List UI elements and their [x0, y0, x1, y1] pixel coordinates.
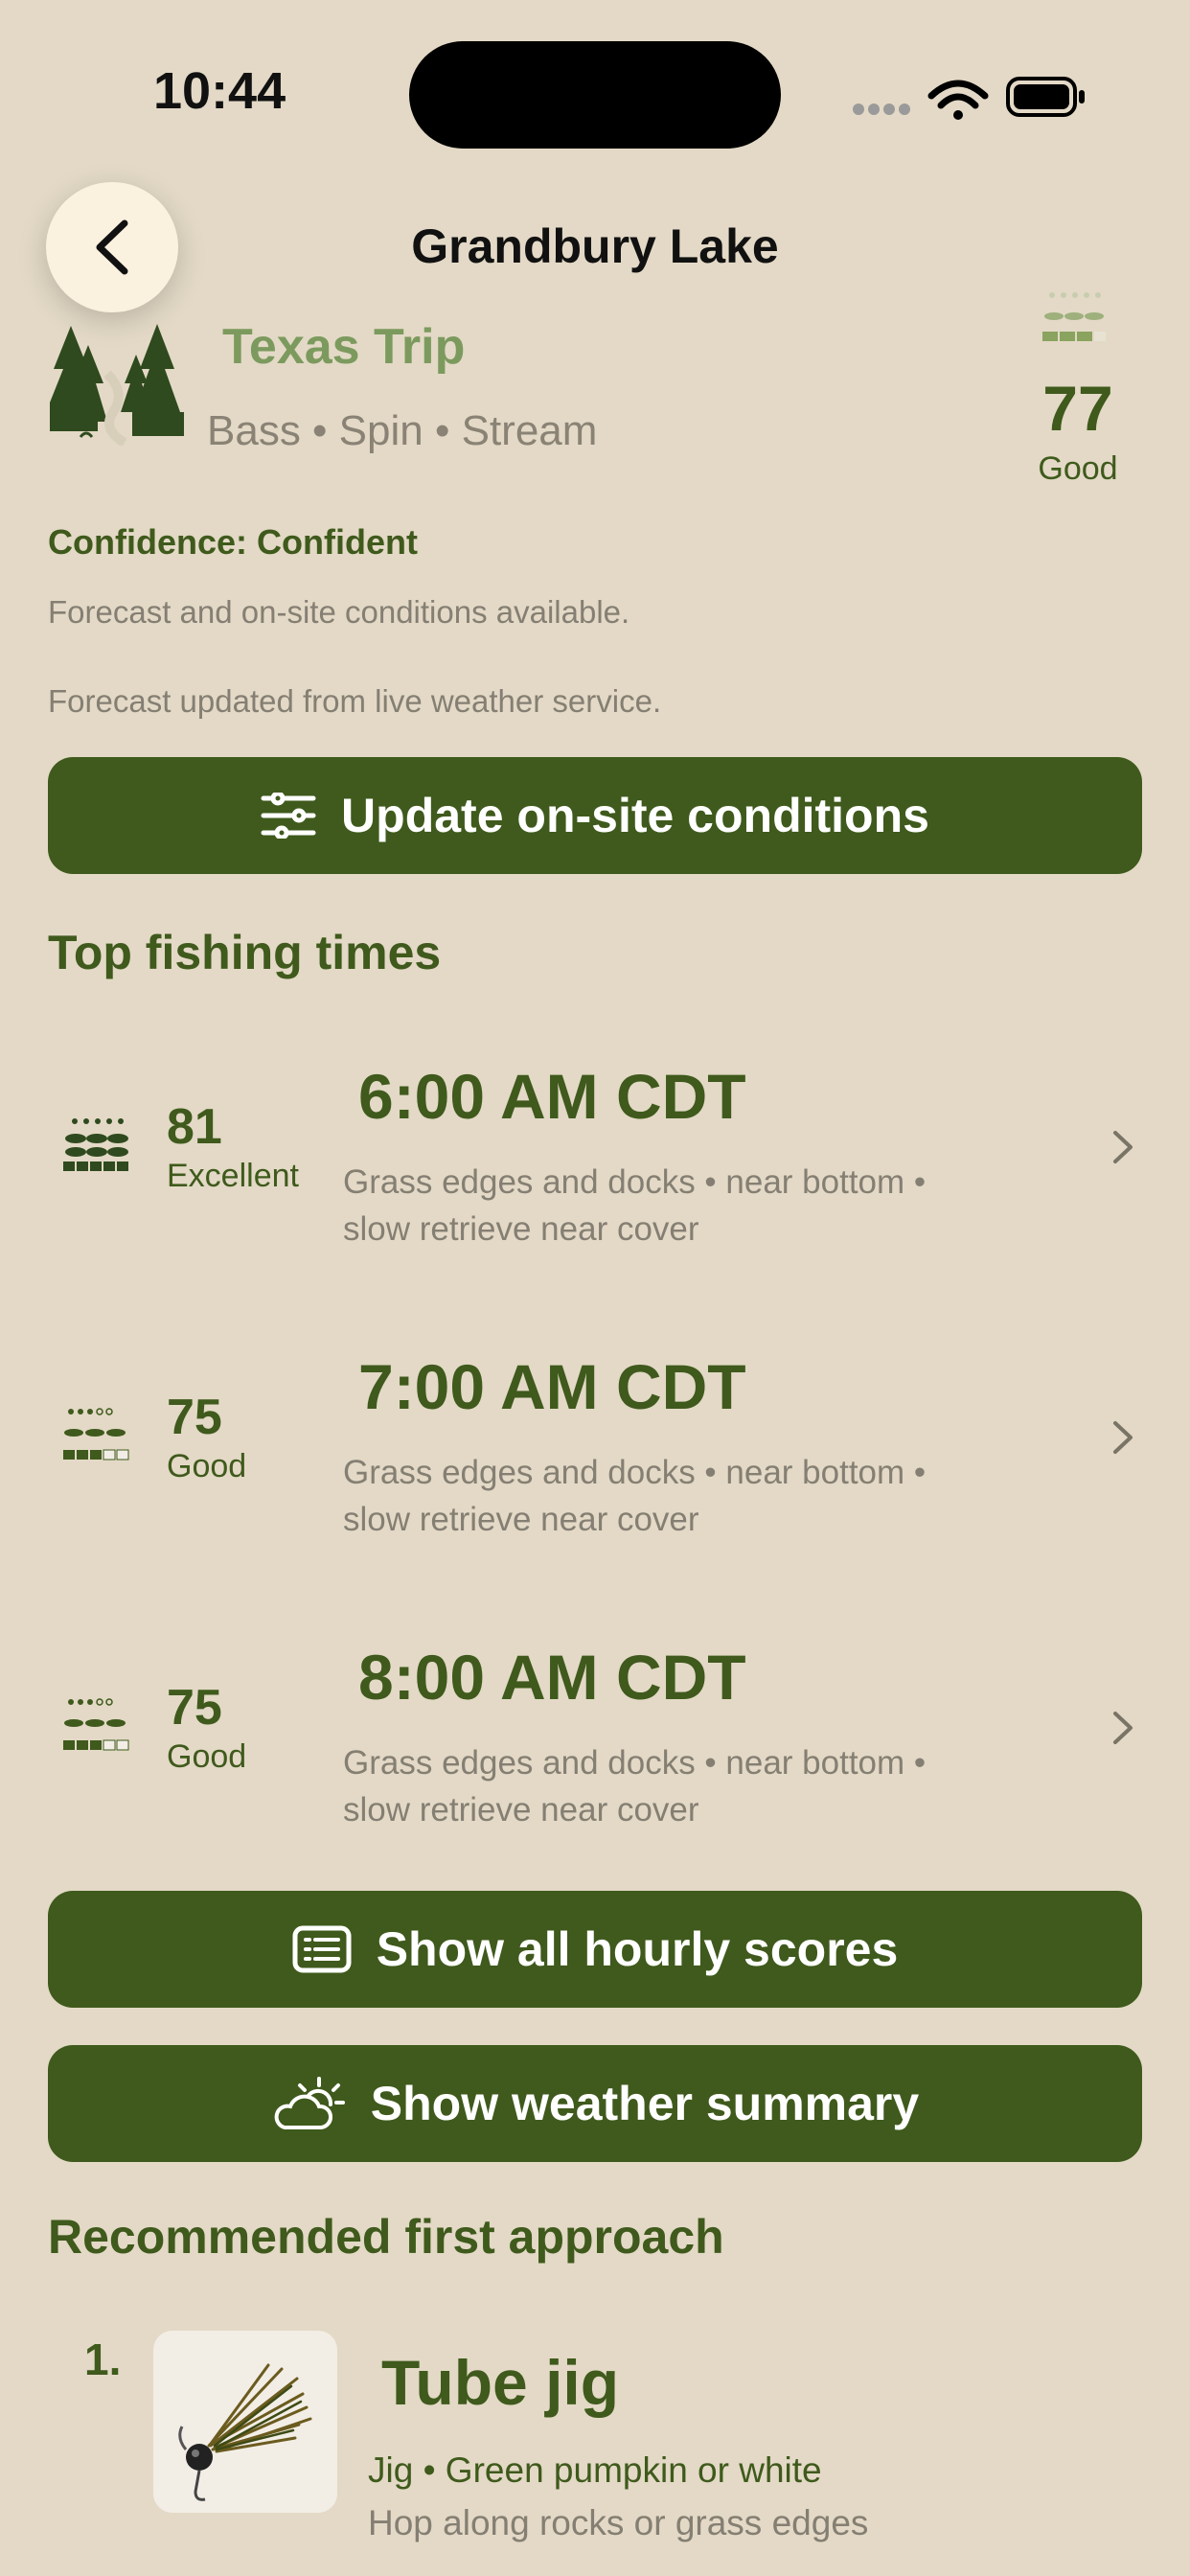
- lure-type: Jig • Green pumpkin or white: [368, 2450, 822, 2490]
- time-label: 6:00 AM CDT: [358, 1061, 746, 1132]
- time-label: 8:00 AM CDT: [358, 1642, 746, 1713]
- time-score-label: Good: [167, 1738, 247, 1775]
- list-icon: [292, 1925, 352, 1973]
- tube-jig-image: [153, 2331, 337, 2513]
- time-label: 7:00 AM CDT: [358, 1351, 746, 1422]
- sun-cloud-icon: [274, 2077, 345, 2129]
- rating-fish-icon: [1042, 292, 1106, 341]
- dynamic-island: [409, 41, 781, 149]
- show-hourly-button[interactable]: Show all hourly scores: [48, 1891, 1142, 2008]
- time-row[interactable]: 75 Good 7:00 AM CDT Grass edges and dock…: [48, 1297, 1142, 1584]
- status-time: 10:44: [153, 62, 286, 120]
- trip-name: Texas Trip: [222, 319, 466, 375]
- time-score: 81: [167, 1099, 222, 1155]
- chevron-right-icon: [1113, 1131, 1133, 1163]
- time-score-label: Good: [167, 1448, 247, 1484]
- battery-icon: [1006, 77, 1085, 117]
- show-hourly-label: Show all hourly scores: [376, 1922, 899, 1976]
- page-title: Grandbury Lake: [411, 219, 779, 273]
- trip-meta: Bass • Spin • Stream: [207, 407, 598, 454]
- time-row[interactable]: 75 Good 8:00 AM CDT Grass edges and dock…: [48, 1587, 1142, 1874]
- confidence-text: Confidence: Confident: [48, 522, 418, 562]
- rating-fish-icon: [63, 1698, 129, 1751]
- chevron-right-icon: [1113, 1421, 1133, 1454]
- rating-fish-icon: [63, 1408, 129, 1460]
- chevron-right-icon: [1113, 1712, 1133, 1744]
- sliders-icon: [261, 793, 316, 839]
- wifi-icon: [927, 80, 989, 120]
- overall-score-label: Good: [1038, 450, 1118, 487]
- time-row[interactable]: 81 Excellent 6:00 AM CDT Grass edges and…: [48, 1006, 1142, 1294]
- show-weather-button[interactable]: Show weather summary: [48, 2045, 1142, 2162]
- time-description: Grass edges and docks • near bottom • slo…: [343, 1163, 927, 1248]
- update-conditions-button[interactable]: Update on-site conditions: [48, 757, 1142, 874]
- top-times-heading: Top fishing times: [48, 926, 442, 979]
- time-score: 75: [167, 1680, 222, 1736]
- status-icons: [853, 77, 1085, 120]
- rating-fish-icon: [63, 1118, 128, 1171]
- signal-icon: [853, 104, 910, 115]
- approach-heading: Recommended first approach: [48, 2210, 724, 2264]
- conditions-note: Forecast and on-site conditions availabl…: [48, 594, 630, 630]
- lure-description: Hop along rocks or grass edges: [368, 2503, 869, 2542]
- lure-name: Tube jig: [381, 2347, 620, 2418]
- time-score: 75: [167, 1390, 222, 1445]
- forecast-note: Forecast updated from live weather servi…: [48, 683, 662, 719]
- show-weather-label: Show weather summary: [370, 2077, 920, 2130]
- pine-forest-stream-logo: [50, 324, 184, 446]
- time-description: Grass edges and docks • near bottom • slo…: [343, 1744, 927, 1828]
- jig-lure-icon: [178, 2363, 312, 2501]
- update-conditions-label: Update on-site conditions: [341, 789, 929, 842]
- approach-number: 1.: [84, 2334, 122, 2384]
- time-score-label: Excellent: [167, 1158, 299, 1194]
- overall-score: 77: [1042, 373, 1113, 444]
- time-description: Grass edges and docks • near bottom • slo…: [343, 1454, 927, 1538]
